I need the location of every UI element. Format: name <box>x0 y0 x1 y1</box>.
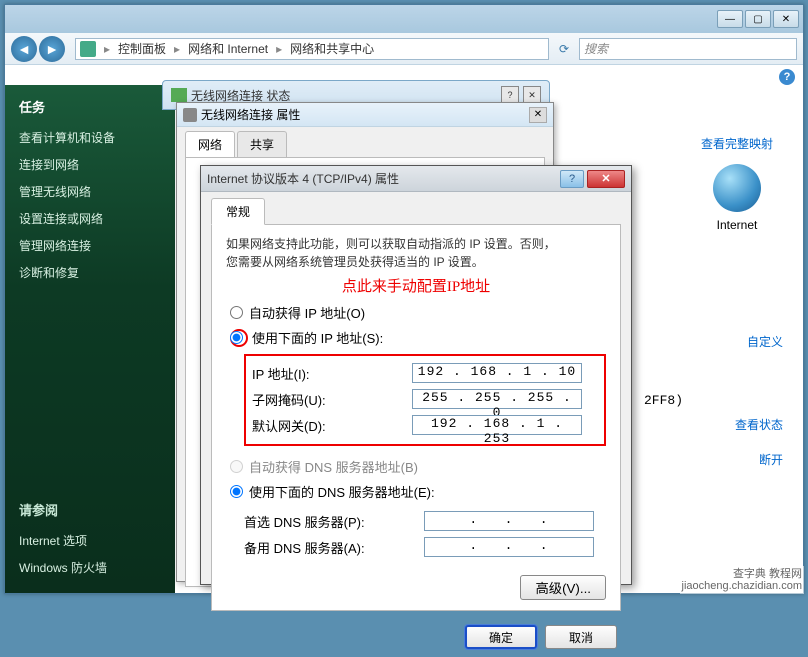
sidebar-link[interactable]: Internet 选项 <box>19 527 161 554</box>
radio-use-ip-highlight <box>230 329 248 347</box>
ipv4-properties-dialog: Internet 协议版本 4 (TCP/IPv4) 属性 ? ✕ 常规 如果网… <box>200 165 632 585</box>
status-window-title: 无线网络连接 状态 <box>191 87 290 104</box>
tab-networking[interactable]: 网络 <box>185 131 235 157</box>
props-title: 无线网络连接 属性 <box>201 106 300 123</box>
help-icon[interactable]: ? <box>779 69 795 85</box>
sidebar-link[interactable]: 管理无线网络 <box>19 178 161 205</box>
sidebar-see-also-title: 请参阅 <box>19 500 161 519</box>
forward-button[interactable]: ► <box>39 36 65 62</box>
props-close-button[interactable]: ✕ <box>529 107 547 123</box>
default-gateway-label: 默认网关(D): <box>252 416 412 435</box>
tab-sharing[interactable]: 共享 <box>237 131 287 157</box>
sidebar: 任务 查看计算机和设备 连接到网络 管理无线网络 设置连接或网络 管理网络连接 … <box>5 85 175 593</box>
minimize-button[interactable]: — <box>717 10 743 28</box>
ipv4-titlebar: Internet 协议版本 4 (TCP/IPv4) 属性 ? ✕ <box>201 166 631 192</box>
ipv4-title: Internet 协议版本 4 (TCP/IPv4) 属性 <box>207 170 399 187</box>
sidebar-link[interactable]: 管理网络连接 <box>19 232 161 259</box>
refresh-button[interactable]: ⟳ <box>553 38 575 60</box>
ip-address-label: IP 地址(I): <box>252 364 412 383</box>
radio-use-dns[interactable] <box>230 485 243 498</box>
alternate-dns-input[interactable]: . . . <box>424 537 594 557</box>
network-id-fragment: 2FF8) <box>644 393 683 408</box>
breadcrumb[interactable]: ▸ 控制面板 ▸ 网络和 Internet ▸ 网络和共享中心 <box>75 38 549 60</box>
cancel-button[interactable]: 取消 <box>545 625 617 649</box>
nav-bar: ◄ ► ▸ 控制面板 ▸ 网络和 Internet ▸ 网络和共享中心 ⟳ 搜索 <box>5 33 803 65</box>
radio-auto-dns <box>230 460 243 473</box>
default-gateway-input[interactable]: 192 . 168 . 1 . 253 <box>412 415 582 435</box>
sidebar-link[interactable]: 设置连接或网络 <box>19 205 161 232</box>
sidebar-link[interactable]: 诊断和修复 <box>19 259 161 286</box>
annotation-manual-ip: 点此来手动配置IP地址 <box>226 275 606 296</box>
breadcrumb-icon <box>80 41 96 57</box>
ip-fields-block: IP 地址(I): 192 . 168 . 1 . 10 子网掩码(U): 25… <box>244 354 606 446</box>
sidebar-link[interactable]: 连接到网络 <box>19 151 161 178</box>
wifi-signal-icon <box>171 88 187 102</box>
internet-globe-icon <box>713 164 761 212</box>
view-status-link[interactable]: 查看状态 <box>735 416 783 433</box>
adapter-icon <box>183 108 197 122</box>
radio-use-ip-label: 使用下面的 IP 地址(S): <box>252 328 383 347</box>
radio-use-dns-label: 使用下面的 DNS 服务器地址(E): <box>249 482 435 501</box>
view-full-map-link[interactable]: 查看完整映射 <box>701 135 773 152</box>
sidebar-link[interactable]: Windows 防火墙 <box>19 554 161 581</box>
radio-auto-ip-label: 自动获得 IP 地址(O) <box>249 303 365 322</box>
preferred-dns-input[interactable]: . . . <box>424 511 594 531</box>
ip-address-input[interactable]: 192 . 168 . 1 . 10 <box>412 363 582 383</box>
breadcrumb-item[interactable]: 网络和共享中心 <box>290 40 374 57</box>
subnet-mask-label: 子网掩码(U): <box>252 390 412 409</box>
radio-auto-ip[interactable] <box>230 306 243 319</box>
alternate-dns-label: 备用 DNS 服务器(A): <box>244 538 424 557</box>
radio-use-ip[interactable] <box>230 331 243 344</box>
ipv4-close-button[interactable]: ✕ <box>587 170 625 188</box>
maximize-button[interactable]: ▢ <box>745 10 771 28</box>
radio-auto-dns-label: 自动获得 DNS 服务器地址(B) <box>249 457 418 476</box>
preferred-dns-label: 首选 DNS 服务器(P): <box>244 512 424 531</box>
disconnect-link[interactable]: 断开 <box>735 451 783 468</box>
search-input[interactable]: 搜索 <box>579 38 797 60</box>
internet-label: Internet <box>701 218 773 232</box>
breadcrumb-item[interactable]: 网络和 Internet <box>188 40 268 57</box>
back-button[interactable]: ◄ <box>11 36 37 62</box>
ipv4-description: 如果网络支持此功能，则可以获取自动指派的 IP 设置。否则， 您需要从网络系统管… <box>226 235 606 271</box>
sidebar-link[interactable]: 查看计算机和设备 <box>19 124 161 151</box>
subnet-mask-input[interactable]: 255 . 255 . 255 . 0 <box>412 389 582 409</box>
watermark: 查字典 教程网 jiaocheng.chazidian.com <box>680 566 804 594</box>
main-titlebar: — ▢ ✕ <box>5 5 803 33</box>
close-button[interactable]: ✕ <box>773 10 799 28</box>
ipv4-general-panel: 如果网络支持此功能，则可以获取自动指派的 IP 设置。否则， 您需要从网络系统管… <box>211 224 621 611</box>
props-titlebar: 无线网络连接 属性 ✕ <box>177 103 553 127</box>
ok-button[interactable]: 确定 <box>465 625 537 649</box>
tab-general[interactable]: 常规 <box>211 198 265 225</box>
breadcrumb-item[interactable]: 控制面板 <box>118 40 166 57</box>
customize-link[interactable]: 自定义 <box>735 333 783 350</box>
sidebar-title: 任务 <box>19 97 161 116</box>
advanced-button[interactable]: 高级(V)... <box>520 575 606 600</box>
ipv4-help-button[interactable]: ? <box>560 170 584 188</box>
